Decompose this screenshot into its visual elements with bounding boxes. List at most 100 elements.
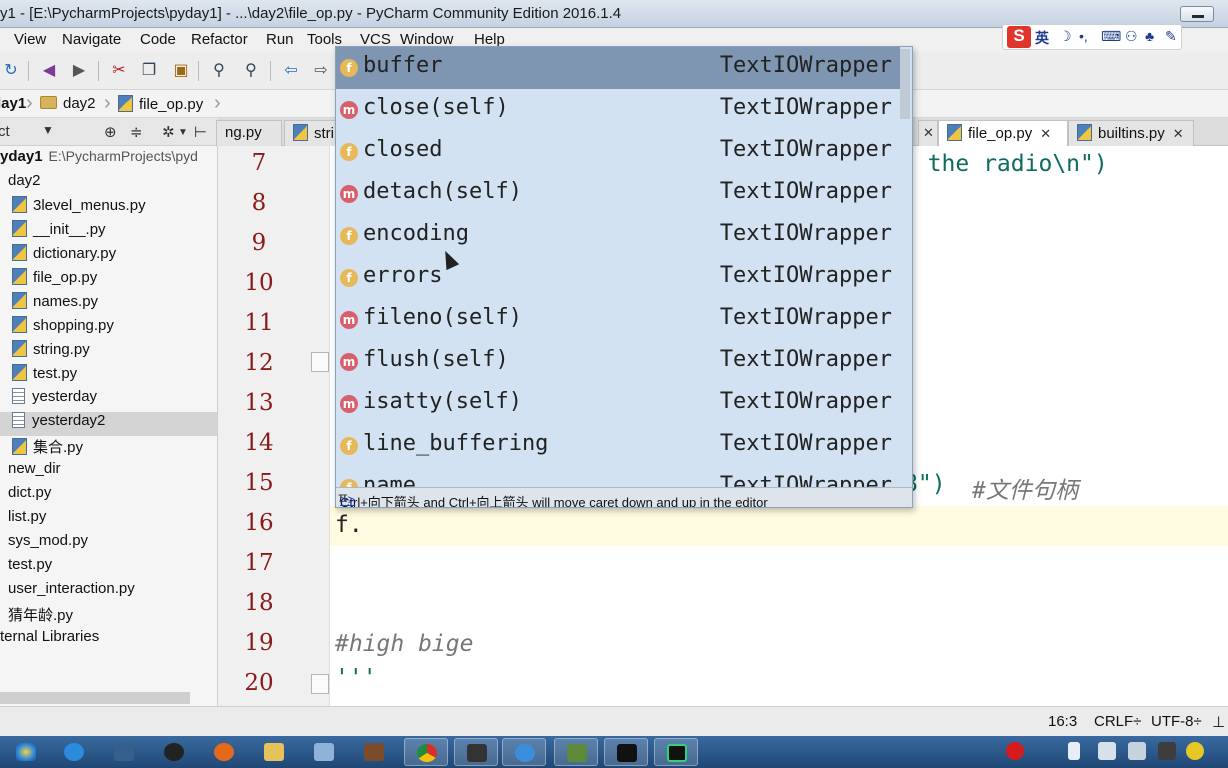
flag-icon[interactable]	[1158, 742, 1176, 760]
tree-file[interactable]: test.py	[12, 364, 77, 388]
tree-item-label: __init__.py	[33, 221, 106, 238]
tab-file-op[interactable]: file_op.py ✕	[938, 120, 1068, 146]
taskbar-media[interactable]	[102, 738, 146, 766]
replace-icon[interactable]: ⚲	[240, 60, 262, 82]
completion-item[interactable]: m close(self) TextIOWrapper	[336, 89, 900, 131]
undo-icon[interactable]: ◀	[38, 60, 60, 82]
tree-file[interactable]: file_op.py	[12, 268, 97, 292]
tab-stri[interactable]: stri	[284, 120, 338, 146]
completion-item[interactable]: f encoding TextIOWrapper	[336, 215, 900, 257]
tree-file[interactable]: 集合.py	[12, 436, 83, 460]
completion-item[interactable]: m isatty(self) TextIOWrapper	[336, 383, 900, 425]
taskbar-firefox[interactable]	[202, 738, 246, 766]
tree-file[interactable]: dictionary.py	[12, 244, 116, 268]
tree-file[interactable]: sys_mod.py	[8, 532, 88, 556]
taskbar-pycharm[interactable]	[654, 738, 698, 766]
tab-close-prev[interactable]: ✕	[918, 120, 938, 146]
dropdown-arrow-icon[interactable]: ▼	[42, 123, 54, 137]
close-icon[interactable]: ✕	[1040, 126, 1051, 141]
display-icon[interactable]	[1098, 742, 1116, 760]
fold-marker-icon[interactable]	[311, 352, 329, 372]
tree-folder-day2[interactable]: day2	[8, 172, 41, 196]
volume-icon[interactable]	[1068, 742, 1080, 760]
tree-file-selected[interactable]: yesterday2	[0, 412, 217, 436]
sync-icon[interactable]: ↻	[0, 60, 22, 82]
close-icon[interactable]: ✕	[1173, 126, 1184, 141]
menu-navigate[interactable]: Navigate	[62, 31, 121, 48]
tree-file[interactable]: dict.py	[8, 484, 51, 508]
tab-string[interactable]: ng.py	[216, 120, 282, 146]
forward-icon[interactable]: ⇨	[310, 60, 332, 82]
paste-icon[interactable]: ▣	[170, 60, 192, 82]
tree-file[interactable]: shopping.py	[12, 316, 114, 340]
locate-icon[interactable]: ⊕	[104, 123, 117, 141]
tree-file[interactable]: list.py	[8, 508, 46, 532]
tree-external-libraries[interactable]: ternal Libraries	[0, 628, 99, 652]
taskbar-app[interactable]	[352, 738, 396, 766]
tree-folder[interactable]: new_dir	[8, 460, 61, 484]
taskbar-chrome[interactable]	[404, 738, 448, 766]
taskbar-app[interactable]	[502, 738, 546, 766]
menu-run[interactable]: Run	[266, 31, 294, 48]
taskbar-ie[interactable]	[52, 738, 96, 766]
completion-item[interactable]: f line_buffering TextIOWrapper	[336, 425, 900, 467]
cut-icon[interactable]: ✂	[108, 60, 130, 82]
lock-icon[interactable]: ⊥	[1212, 713, 1225, 731]
collapse-icon[interactable]: ≑	[130, 123, 143, 141]
pi-icon[interactable]: π	[338, 489, 910, 505]
completion-item[interactable]: m detach(self) TextIOWrapper	[336, 173, 900, 215]
ime-toolbar[interactable]: S 英 ☽ •, ⌨ ⚇ ♣ ✎	[1002, 24, 1182, 50]
project-view-selector[interactable]: ct	[0, 123, 10, 140]
completion-item[interactable]: m flush(self) TextIOWrapper	[336, 341, 900, 383]
add-icon[interactable]	[1186, 742, 1204, 760]
tree-item-label: file_op.py	[33, 269, 98, 286]
find-icon[interactable]: ⚲	[208, 60, 230, 82]
tab-builtins[interactable]: builtins.py ✕	[1068, 120, 1194, 146]
tree-file[interactable]: yesterday	[12, 388, 97, 412]
menu-refactor[interactable]: Refactor	[191, 31, 248, 48]
back-icon[interactable]: ⇦	[280, 60, 302, 82]
file-encoding[interactable]: UTF-8÷	[1151, 713, 1202, 730]
menu-view[interactable]: View	[14, 31, 46, 48]
menu-code[interactable]: Code	[140, 31, 176, 48]
completion-item[interactable]: f errors TextIOWrapper	[336, 257, 900, 299]
taskbar-app[interactable]	[554, 738, 598, 766]
tree-file[interactable]: 3level_menus.py	[12, 196, 146, 220]
tab-label: stri	[314, 125, 334, 142]
tree-file[interactable]: __init__.py	[12, 220, 106, 244]
line-separator[interactable]: CRLF÷	[1094, 713, 1141, 730]
hide-panel-icon[interactable]: ⊢	[194, 123, 207, 141]
fold-marker-icon[interactable]	[311, 674, 329, 694]
caret-position[interactable]: 16:3	[1048, 713, 1077, 730]
taskbar-app[interactable]	[302, 738, 346, 766]
taskbar-explorer[interactable]	[252, 738, 296, 766]
tree-file[interactable]: names.py	[12, 292, 98, 316]
tree-item-label: 集合.py	[33, 439, 84, 456]
start-button[interactable]	[4, 738, 48, 766]
breadcrumb-folder[interactable]: day2	[40, 95, 96, 112]
copy-icon[interactable]: ❐	[138, 60, 160, 82]
project-panel-header: ct ▼ ⊕ ≑ ✲ ▼ ⊢	[0, 118, 218, 146]
completion-item[interactable]: f closed TextIOWrapper	[336, 131, 900, 173]
taskbar-app[interactable]	[454, 738, 498, 766]
taskbar-cmd[interactable]	[604, 738, 648, 766]
tree-root[interactable]: yday1 E:\PycharmProjects\pyd	[0, 148, 198, 172]
tree-file[interactable]: 猜年龄.py	[8, 604, 73, 628]
close-icon[interactable]: ✕	[923, 125, 934, 140]
network-icon[interactable]	[1128, 742, 1146, 760]
tree-file[interactable]: test.py	[8, 556, 52, 580]
tree-horizontal-scrollbar[interactable]	[0, 692, 190, 704]
taskbar-qq[interactable]	[152, 738, 196, 766]
settings-dropdown-icon[interactable]: ▼	[178, 127, 188, 138]
minimize-button[interactable]	[1180, 6, 1214, 22]
completion-item-selected[interactable]: f buffer TextIOWrapper	[336, 47, 900, 89]
settings-gear-icon[interactable]: ✲	[162, 123, 175, 141]
redo-icon[interactable]: ▶	[68, 60, 90, 82]
breadcrumb-project[interactable]: day1	[0, 95, 26, 112]
completion-item[interactable]: m fileno(self) TextIOWrapper	[336, 299, 900, 341]
completion-scrollbar[interactable]	[900, 49, 910, 119]
tree-file[interactable]: user_interaction.py	[8, 580, 135, 604]
breadcrumb-file[interactable]: file_op.py	[118, 95, 203, 113]
record-icon[interactable]	[1006, 742, 1024, 760]
tree-file[interactable]: string.py	[12, 340, 90, 364]
